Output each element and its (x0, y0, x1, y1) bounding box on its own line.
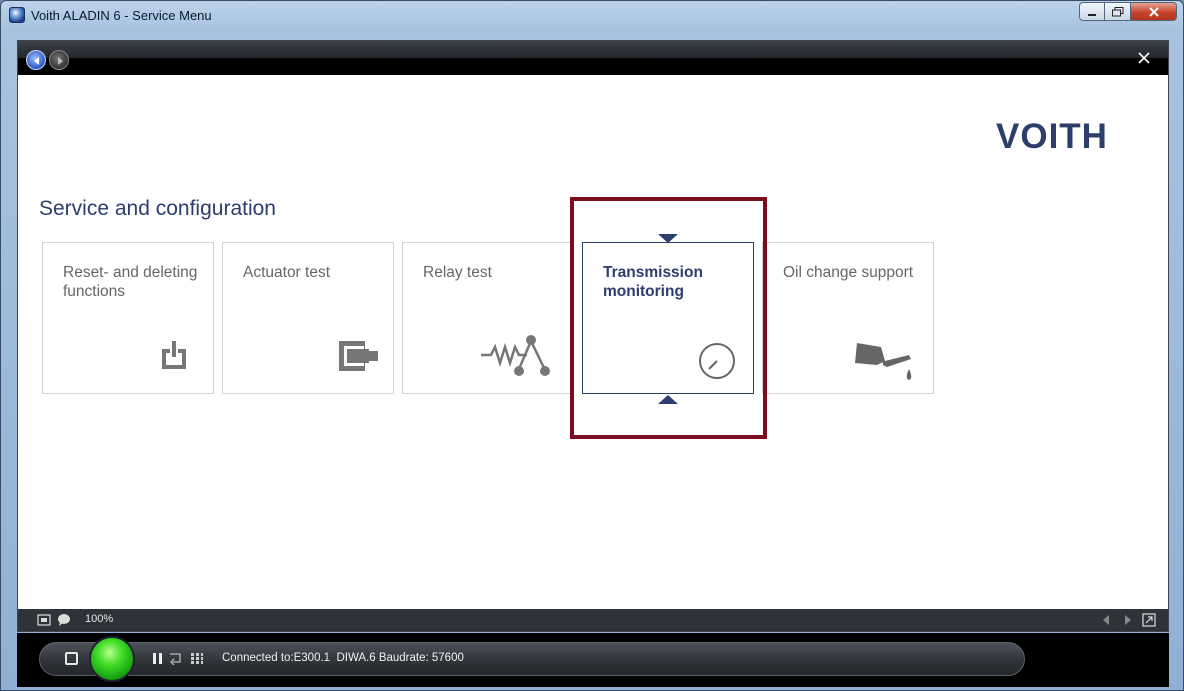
comment-icon[interactable] (57, 613, 71, 627)
relay-icon (481, 335, 550, 376)
expand-icon[interactable] (1142, 613, 1156, 627)
tile-label: Reset- and deleting functions (63, 264, 198, 300)
oil-can-icon (855, 343, 912, 380)
minimize-button[interactable] (1079, 2, 1105, 21)
power-reset-icon (162, 341, 186, 369)
grid-icon[interactable] (190, 652, 204, 665)
maximize-button[interactable] (1105, 2, 1131, 21)
go-button[interactable] (89, 636, 135, 682)
fit-screen-icon[interactable] (37, 613, 51, 627)
section-title: Service and configuration (39, 197, 276, 220)
title-bar: Voith ALADIN 6 - Service Menu (1, 1, 1183, 31)
close-icon (1148, 6, 1159, 17)
scroll-left-icon[interactable] (1100, 613, 1112, 627)
connection-panel: Connected to:E300.1 DIWA.6 Baudrate: 576… (17, 633, 1169, 687)
tile-relay-test[interactable]: Relay test (402, 242, 574, 394)
pause-icon[interactable] (152, 652, 164, 665)
navigation-bar (18, 41, 1168, 75)
connection-status: Connected to:E300.1 DIWA.6 Baudrate: 576… (222, 652, 464, 664)
caret-up-icon (658, 395, 678, 404)
minimize-icon (1088, 13, 1096, 16)
forward-button[interactable] (49, 50, 69, 70)
window-controls (1079, 2, 1177, 21)
caret-down-icon (658, 234, 678, 243)
app-window: Voith ALADIN 6 - Service Menu VOITH Serv… (0, 0, 1184, 691)
app-icon (9, 7, 25, 23)
connection-bar (39, 642, 1025, 676)
tile-label: Oil change support (783, 264, 914, 281)
actuator-icon (339, 341, 378, 371)
main-content: VOITH Service and configuration Reset- a… (18, 75, 1168, 609)
close-button[interactable] (1131, 2, 1177, 21)
tile-reset-deleting[interactable]: Reset- and deleting functions (42, 242, 214, 394)
tile-oil-change-support[interactable]: Oil change support (762, 242, 934, 394)
app-frame: VOITH Service and configuration Reset- a… (17, 40, 1169, 632)
scroll-right-icon[interactable] (1122, 613, 1134, 627)
tile-actuator-test[interactable]: Actuator test (222, 242, 394, 394)
tile-label: Relay test (423, 264, 492, 281)
zoom-level: 100% (85, 613, 114, 625)
arrow-left-icon (34, 57, 39, 65)
tile-label: Actuator test (243, 264, 331, 281)
close-icon[interactable] (1136, 50, 1152, 66)
voith-logo: VOITH (996, 117, 1108, 156)
restore-icon (1111, 6, 1123, 16)
arrow-right-icon (58, 57, 63, 65)
loop-icon[interactable] (169, 652, 183, 665)
stop-button[interactable] (65, 652, 78, 665)
window-title: Voith ALADIN 6 - Service Menu (31, 8, 212, 23)
status-bar: 100% (18, 609, 1168, 631)
back-button[interactable] (26, 50, 46, 70)
